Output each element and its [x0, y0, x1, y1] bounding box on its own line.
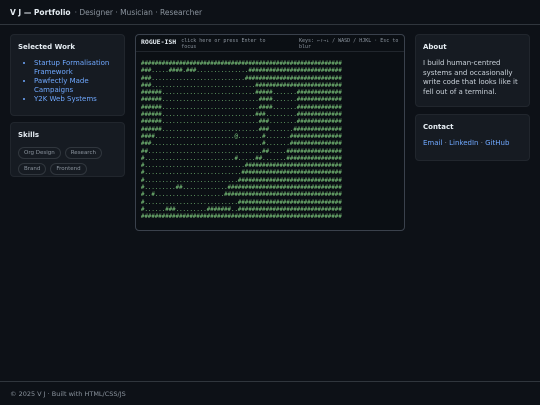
map-row: ####.......................@.......#....…	[141, 133, 342, 140]
map-row: ######...........................#####..…	[141, 90, 342, 97]
about-card: About I build human-centred systems and …	[415, 34, 530, 107]
map-row: #.........##.............###############…	[141, 185, 342, 192]
map-row: #...........................############…	[141, 199, 342, 206]
map-row: ###..............................#######…	[141, 82, 342, 89]
map-row: ######............................###...…	[141, 126, 342, 133]
map-row: ######............................####..…	[141, 97, 342, 104]
map-row: ###.....####.###...............#########…	[141, 68, 342, 75]
map-row: #......###.........#######..############…	[141, 206, 342, 213]
game-keys-hint: Keys: ←↑→↓ / WASD / HJKL · Esc to blur	[299, 38, 399, 50]
skills-chip-list: Org Design Research Brand Frontend	[18, 147, 117, 175]
game-header: ROGUE-ISH click here or press Enter to f…	[136, 35, 404, 52]
map-row: ######............................####..…	[141, 104, 342, 111]
map-row: ##.................................##...…	[141, 148, 342, 155]
skill-chip-frontend: Frontend	[50, 163, 87, 175]
site-brand[interactable]: V J — Portfolio	[10, 8, 71, 17]
map-row: ###................................#....…	[141, 141, 342, 148]
skill-chip-research: Research	[64, 147, 102, 159]
contact-title: Contact	[423, 123, 454, 131]
skills-card: Skills Org Design Research Brand Fronten…	[10, 122, 125, 177]
about-title: About	[423, 43, 447, 51]
linkedin-link[interactable]: LinkedIn	[449, 139, 478, 147]
selected-work-card: Selected Work Startup Formalisation Fram…	[10, 34, 125, 116]
game-map[interactable]: ########################################…	[141, 61, 342, 222]
game-title: ROGUE-ISH	[141, 38, 177, 46]
github-link[interactable]: GitHub	[485, 139, 509, 147]
map-row: #...........................############…	[141, 177, 342, 184]
rogue-game-panel[interactable]: ROGUE-ISH click here or press Enter to f…	[135, 34, 405, 231]
skills-title: Skills	[18, 131, 40, 139]
map-row: ########################################…	[141, 214, 342, 221]
work-item-y2k[interactable]: Y2K Web Systems	[34, 95, 117, 104]
work-item-pawfectly[interactable]: Pawfectly Made Campaigns	[34, 77, 117, 95]
site-tagline: · Designer · Musician · Researcher	[74, 7, 203, 17]
footer-text: © 2025 V J · Built with HTML/CSS/JS	[10, 389, 126, 398]
map-row: #.............................##########…	[141, 163, 342, 170]
map-row: #............................###########…	[141, 170, 342, 177]
contact-card: Contact Email · LinkedIn · GitHub	[415, 114, 530, 161]
skill-chip-brand: Brand	[18, 163, 47, 175]
work-item-startup[interactable]: Startup Formalisation Framework	[34, 59, 117, 77]
map-row: ########################################…	[141, 61, 342, 67]
email-link[interactable]: Email	[423, 139, 442, 147]
selected-work-title: Selected Work	[18, 43, 76, 51]
about-text: I build human-centred systems and occasi…	[423, 59, 518, 96]
skill-chip-org-design: Org Design	[18, 147, 61, 159]
selected-work-list: Startup Formalisation Framework Pawfectl…	[18, 59, 117, 104]
top-bar: V J — Portfolio · Designer · Musician · …	[0, 0, 540, 25]
map-row: ###...........................##########…	[141, 75, 342, 82]
map-row: #..........................#.....##.....…	[141, 155, 342, 162]
contact-links: Email · LinkedIn · GitHub	[423, 139, 510, 147]
map-row: ######............................###...…	[141, 119, 342, 126]
footer: © 2025 V J · Built with HTML/CSS/JS	[0, 381, 540, 405]
map-row: ######...........................###....…	[141, 112, 342, 119]
game-focus-hint: click here or press Enter to focus	[181, 38, 266, 50]
map-row: #..#....................################…	[141, 192, 342, 199]
